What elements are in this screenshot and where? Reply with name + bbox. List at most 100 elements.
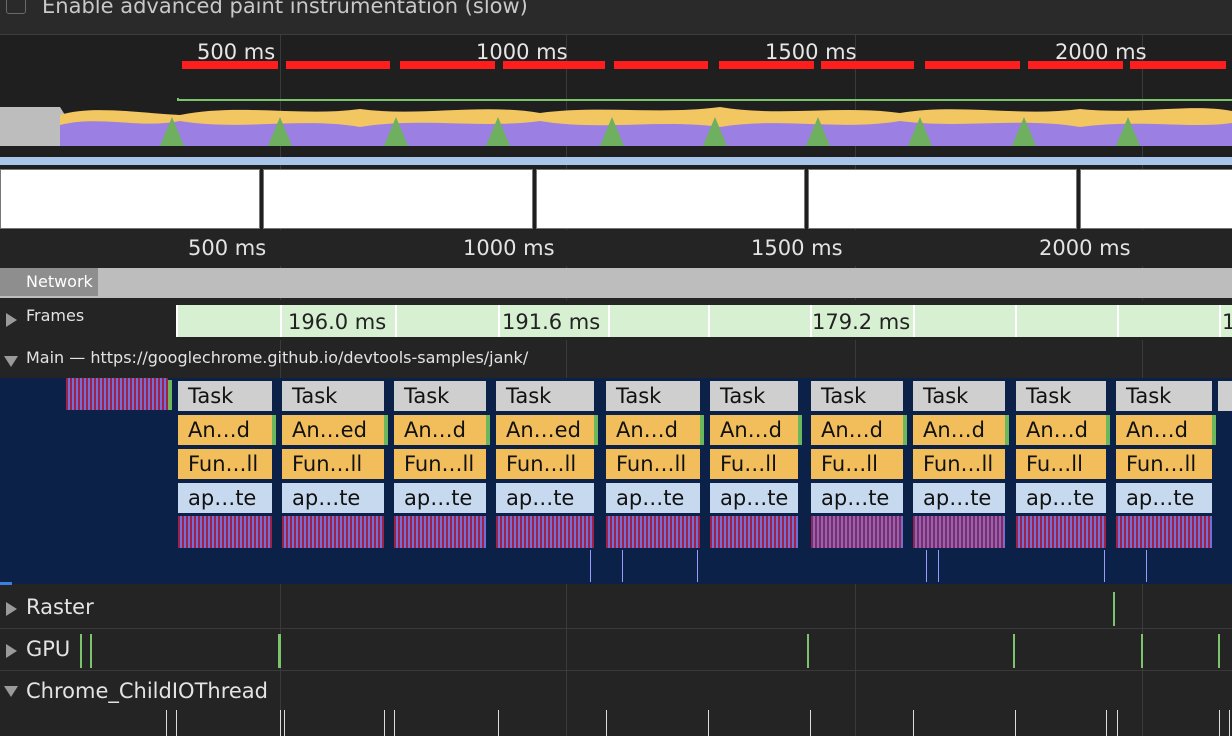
filmstrip-screenshot[interactable]	[263, 169, 533, 229]
raster-track-label[interactable]: Raster	[26, 595, 94, 619]
gpu-event[interactable]	[807, 634, 809, 668]
task-block[interactable]: Task	[394, 381, 486, 411]
layout-stripe[interactable]	[496, 516, 594, 548]
function-call-block[interactable]: Fu…ll	[811, 449, 903, 479]
raster-event[interactable]	[1113, 592, 1115, 626]
io-thread-track[interactable]: Chrome_ChildIOThread	[0, 674, 1232, 710]
gpu-track[interactable]: GPU	[0, 632, 1232, 668]
update-block[interactable]: ap…te	[1116, 483, 1212, 513]
animation-frame-block[interactable]: An…d	[394, 415, 486, 445]
io-event[interactable]	[384, 710, 385, 736]
animation-frame-block[interactable]: An…d	[913, 415, 1005, 445]
frame-block[interactable]	[176, 305, 280, 337]
filmstrip-screenshot[interactable]	[0, 169, 260, 229]
gpu-event[interactable]	[90, 634, 92, 668]
update-block[interactable]: ap…te	[394, 483, 486, 513]
minor-event-marker[interactable]	[697, 550, 698, 582]
animation-frame-block[interactable]: An…ed	[496, 415, 594, 445]
task-block[interactable]: Task	[178, 381, 272, 411]
io-event[interactable]	[176, 710, 177, 736]
layout-stripe[interactable]	[178, 516, 272, 548]
io-event[interactable]	[606, 710, 607, 736]
minor-event-marker[interactable]	[590, 550, 591, 582]
collapse-triangle-icon[interactable]	[4, 356, 18, 367]
io-event[interactable]	[708, 710, 709, 736]
io-event[interactable]	[1106, 710, 1107, 736]
gpu-event[interactable]	[1218, 634, 1220, 668]
frame-block[interactable]	[708, 305, 810, 337]
gpu-event[interactable]	[1141, 634, 1143, 668]
frame-block[interactable]	[1117, 305, 1219, 337]
collapse-triangle-icon[interactable]	[4, 686, 18, 697]
raster-track[interactable]: Raster	[0, 590, 1232, 626]
animation-frame-block[interactable]: An…d	[1016, 415, 1106, 445]
gpu-track-label[interactable]: GPU	[26, 637, 70, 661]
filmstrip-screenshot[interactable]	[1080, 169, 1232, 229]
frames-track-label[interactable]: Frames	[26, 306, 84, 325]
gpu-event[interactable]	[1013, 634, 1015, 668]
animation-frame-block[interactable]: An…d	[710, 415, 798, 445]
minor-event-marker[interactable]	[926, 550, 927, 582]
io-event[interactable]	[394, 710, 395, 736]
update-block[interactable]: ap…te	[811, 483, 903, 513]
update-block[interactable]: ap…te	[913, 483, 1005, 513]
task-block[interactable]: Task	[606, 381, 700, 411]
gpu-event[interactable]	[80, 634, 82, 668]
layout-stripe[interactable]	[913, 516, 1005, 548]
io-event[interactable]	[284, 710, 285, 736]
task-block[interactable]: Task	[1116, 381, 1212, 411]
function-call-block[interactable]: Fun…ll	[178, 449, 272, 479]
timeline-overview[interactable]: 500 ms 1000 ms 1500 ms 2000 ms	[0, 35, 1232, 230]
io-event[interactable]	[1229, 710, 1230, 736]
io-event[interactable]	[1015, 710, 1016, 736]
expand-triangle-icon[interactable]	[6, 644, 17, 658]
expand-triangle-icon[interactable]	[6, 313, 17, 327]
network-track[interactable]: Network	[0, 268, 1232, 298]
function-call-block[interactable]: Fun…ll	[1116, 449, 1212, 479]
filmstrip-screenshot[interactable]	[808, 169, 1077, 229]
update-block[interactable]: ap…te	[496, 483, 594, 513]
io-event[interactable]	[1117, 710, 1118, 736]
animation-frame-block[interactable]: An…d	[178, 415, 272, 445]
gpu-event[interactable]	[278, 634, 281, 668]
layout-stripe[interactable]	[606, 516, 700, 548]
frame-block[interactable]	[913, 305, 1015, 337]
paint-instrumentation-checkbox[interactable]	[6, 0, 26, 14]
expand-triangle-icon[interactable]	[6, 602, 17, 616]
minor-event-marker[interactable]	[622, 550, 623, 582]
frame-block[interactable]	[608, 305, 708, 337]
update-block[interactable]: ap…te	[1016, 483, 1106, 513]
update-block[interactable]: ap…te	[710, 483, 798, 513]
task-block[interactable]	[1218, 381, 1232, 411]
function-call-block[interactable]: Fun…ll	[282, 449, 384, 479]
task-block[interactable]: Task	[811, 381, 903, 411]
animation-frame-block[interactable]: An…d	[1116, 415, 1212, 445]
frame-block[interactable]	[395, 305, 498, 337]
layout-stripe[interactable]	[710, 516, 798, 548]
update-block[interactable]: ap…te	[606, 483, 700, 513]
io-event[interactable]	[498, 710, 499, 736]
task-block[interactable]: Task	[282, 381, 384, 411]
main-track-header[interactable]: Main — https://googlechrome.github.io/de…	[0, 342, 1232, 378]
animation-frame-block[interactable]: An…d	[606, 415, 700, 445]
function-call-block[interactable]: Fun…ll	[606, 449, 700, 479]
task-block[interactable]: Task	[1016, 381, 1106, 411]
layout-stripe[interactable]	[282, 516, 384, 548]
layout-stripe[interactable]	[394, 516, 486, 548]
frame-block[interactable]	[1015, 305, 1117, 337]
io-event[interactable]	[913, 710, 914, 736]
main-flame-chart[interactable]: Task An…d Fun…ll ap…te Task An…ed Fun…ll ap…te T…	[0, 378, 1232, 585]
layout-stripe[interactable]	[1016, 516, 1106, 548]
layout-stripe[interactable]	[1116, 516, 1212, 548]
function-call-block[interactable]: Fu…ll	[1016, 449, 1106, 479]
io-event[interactable]	[1219, 710, 1220, 736]
io-event[interactable]	[280, 710, 281, 736]
filmstrip-screenshot[interactable]	[536, 169, 805, 229]
minor-event-marker[interactable]	[1104, 550, 1105, 582]
paint-instrumentation-label[interactable]: Enable advanced paint instrumentation (s…	[42, 0, 528, 18]
task-block[interactable]: Task	[496, 381, 594, 411]
function-call-block[interactable]: Fun…ll	[394, 449, 486, 479]
update-block[interactable]: ap…te	[178, 483, 272, 513]
io-thread-track-label[interactable]: Chrome_ChildIOThread	[26, 679, 268, 703]
animation-frame-block[interactable]: An…ed	[282, 415, 384, 445]
